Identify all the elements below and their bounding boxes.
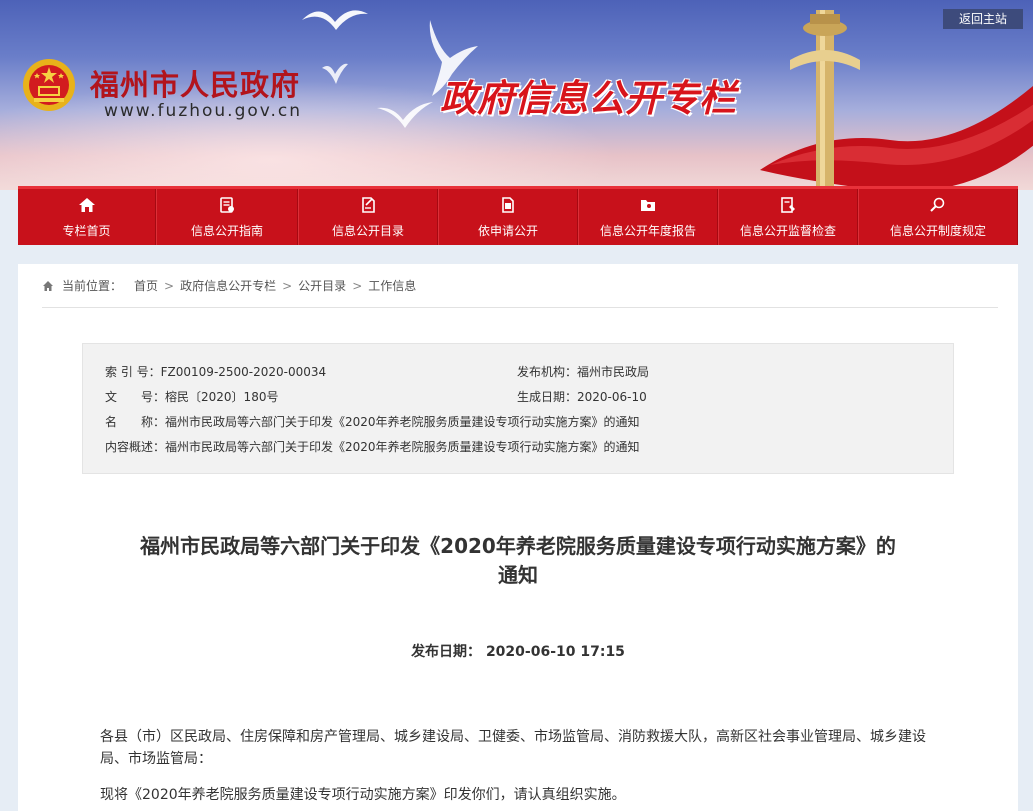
breadcrumb-separator: > [352,278,363,293]
nav-label: 信息公开目录 [331,223,404,238]
meta-publisher-label: 发布机构： [517,365,578,379]
meta-summary: 内容概述：福州市民政局等六部门关于印发《2020年养老院服务质量建设专项行动实施… [105,438,640,455]
meta-gendate-label: 生成日期： [517,390,578,404]
home-icon [78,197,95,212]
nav-label: 信息公开制度规定 [889,223,986,238]
nav-label: 信息公开年度报告 [599,223,696,238]
breadcrumb-item-home[interactable]: 首页 [134,277,158,294]
header-banner: 福州市人民政府 www.fuzhou.gov.cn 政府信息公开专栏 返回主站 [0,0,1033,190]
seagull-decoration [377,102,433,128]
nav-item-catalog[interactable]: 信息公开目录 [298,189,438,245]
nav-item-home[interactable]: 专栏首页 [18,189,156,245]
meta-docno: 文 号：榕民〔2020〕180号 [105,388,278,405]
article-paragraph: 各县（市）区民政局、住房保障和房产管理局、城乡建设局、卫健委、市场监管局、消防救… [100,729,926,767]
nav-label: 专栏首页 [62,223,111,238]
content-panel: 当前位置： 首页 > 政府信息公开专栏 > 公开目录 > 工作信息 索 引 号：… [18,264,1018,811]
breadcrumb-separator: > [164,278,175,293]
nav-item-application[interactable]: 依申请公开 [438,189,578,245]
breadcrumb-item-catalog[interactable]: 公开目录 [298,277,346,294]
nav-label: 信息公开监督检查 [739,223,836,238]
meta-index: 索 引 号：FZ00109-2500-2020-00034 [105,363,326,380]
meta-gendate-value: 2020-06-10 [577,390,647,404]
supervision-icon [781,196,795,213]
meta-docno-label: 文 号： [105,390,166,404]
breadcrumb: 当前位置： 首页 > 政府信息公开专栏 > 公开目录 > 工作信息 [42,278,998,308]
nav-item-regulations[interactable]: 信息公开制度规定 [858,189,1018,245]
publish-date-value: 2020-06-10 17:15 [485,644,625,660]
home-icon [43,280,53,291]
article-title: 福州市民政局等六部门关于印发《2020年养老院服务质量建设专项行动实施方案》的 … [58,532,978,590]
meta-summary-label: 内容概述： [105,440,166,454]
article-title-line: 通知 [498,563,538,587]
seagull-decoration [322,63,348,84]
meta-index-label: 索 引 号： [105,365,161,379]
meta-name-value: 福州市民政局等六部门关于印发《2020年养老院服务质量建设专项行动实施方案》的通… [165,415,640,429]
main-nav: 专栏首页 信息公开指南 信息公开目录 依申请公开 信息公开年度报告 信息公开监督… [18,186,1018,245]
catalog-icon [362,196,375,213]
guide-icon [220,196,234,213]
article-paragraph: 现将《2020年养老院服务质量建设专项行动实施方案》印发你们，请认真组织实施。 [100,787,626,803]
meta-docno-value: 榕民〔2020〕180号 [165,390,279,404]
meta-name-label: 名 称： [105,415,166,429]
breadcrumb-label: 当前位置： [62,279,123,293]
nav-label: 信息公开指南 [190,223,263,238]
banner-title: 政府信息公开专栏 [440,77,736,120]
publish-date: 发布日期： 2020-06-10 17:15 [18,641,1018,661]
document-metadata-box: 索 引 号：FZ00109-2500-2020-00034 发布机构：福州市民政… [82,343,954,474]
breadcrumb-item-column[interactable]: 政府信息公开专栏 [180,277,276,294]
article-title-line: 福州市民政局等六部门关于印发《2020年养老院服务质量建设专项行动实施方案》的 [140,534,896,558]
nav-item-supervision[interactable]: 信息公开监督检查 [718,189,858,245]
meta-gendate: 生成日期：2020-06-10 [517,388,647,405]
seagull-decoration [302,10,368,30]
nav-item-annual-report[interactable]: 信息公开年度报告 [578,189,718,245]
breadcrumb-item-work-info[interactable]: 工作信息 [368,277,416,294]
site-url: www.fuzhou.gov.cn [104,101,303,121]
huabiao-column-decoration [790,10,860,190]
nav-item-guide[interactable]: 信息公开指南 [156,189,298,245]
breadcrumb-separator: > [282,278,293,293]
publish-date-label: 发布日期： [411,644,482,660]
meta-summary-value: 福州市民政局等六部门关于印发《2020年养老院服务质量建设专项行动实施方案》的通… [165,440,640,454]
site-name: 福州市人民政府 [90,68,301,102]
meta-publisher: 发布机构：福州市民政局 [517,363,649,380]
regulation-icon [930,197,945,212]
article-body: 各县（市）区民政局、住房保障和房产管理局、城乡建设局、卫健委、市场监管局、消防救… [100,726,940,811]
nav-label: 依申请公开 [477,223,538,238]
meta-index-value: FZ00109-2500-2020-00034 [160,365,327,379]
national-emblem-icon [23,59,75,111]
meta-name: 名 称：福州市民政局等六部门关于印发《2020年养老院服务质量建设专项行动实施方… [105,413,640,430]
return-home-link[interactable]: 返回主站 [943,9,1023,29]
application-icon [502,196,514,213]
report-icon [641,199,655,211]
red-flag-decoration [760,85,1033,190]
meta-publisher-value: 福州市民政局 [577,365,650,379]
